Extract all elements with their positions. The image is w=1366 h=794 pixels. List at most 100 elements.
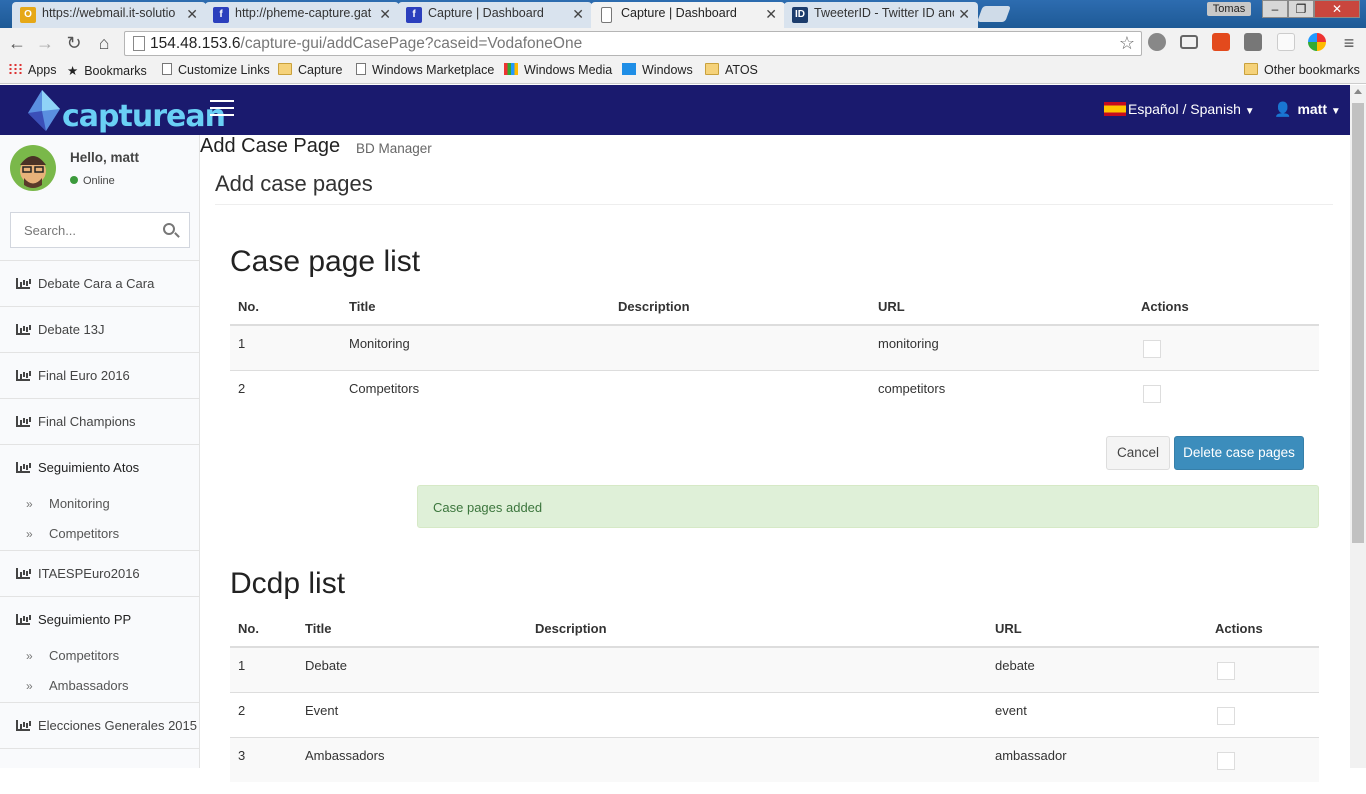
browser-tab[interactable]: O https://webmail.it-solutio ✕ bbox=[12, 2, 206, 28]
language-dropdown[interactable]: Español / Spanish ▼ bbox=[1104, 101, 1255, 117]
folder-icon bbox=[1244, 63, 1258, 75]
new-tab-button[interactable] bbox=[977, 6, 1011, 22]
row-checkbox[interactable] bbox=[1143, 384, 1161, 403]
home-icon[interactable]: ⌂ bbox=[93, 33, 115, 54]
double-chevron-right-icon: » bbox=[26, 497, 33, 511]
search-input[interactable]: Search... bbox=[10, 212, 190, 248]
row-checkbox[interactable] bbox=[1217, 706, 1235, 725]
page-icon bbox=[133, 36, 145, 51]
maximize-icon[interactable]: ❐ bbox=[1288, 0, 1314, 18]
close-tab-icon[interactable]: ✕ bbox=[765, 6, 777, 23]
delete-case-pages-button[interactable]: Delete case pages bbox=[1174, 436, 1304, 470]
double-chevron-right-icon: » bbox=[26, 679, 33, 693]
reload-icon[interactable]: ↻ bbox=[63, 33, 85, 54]
sidebar-item-expanded[interactable]: Seguimiento Atos bbox=[0, 444, 199, 490]
menu-icon[interactable]: ≡ bbox=[1338, 33, 1360, 54]
cast-icon[interactable] bbox=[1180, 35, 1198, 49]
column-header: URL bbox=[987, 611, 1207, 648]
app-header: capturean Español / Spanish ▼ 👤 matt ▼ bbox=[0, 85, 1366, 135]
browser-tab[interactable]: ID TweeterID - Twitter ID and ✕ bbox=[784, 2, 978, 28]
divider bbox=[215, 204, 1333, 205]
column-header: Description bbox=[610, 289, 870, 326]
browser-toolbar: ← → ↻ ⌂ 154.48.153.6/capture-gui/addCase… bbox=[0, 28, 1366, 58]
page-title: Add Case Page bbox=[200, 135, 341, 157]
row-checkbox[interactable] bbox=[1217, 751, 1235, 770]
bookmark-windows-media[interactable]: Windows Media bbox=[504, 63, 612, 77]
sidebar-toggle-button[interactable] bbox=[210, 100, 234, 118]
status-dot-icon bbox=[70, 176, 78, 184]
caret-down-icon: ▼ bbox=[1244, 106, 1255, 117]
extension-chat-icon[interactable] bbox=[1148, 33, 1166, 51]
folder-icon bbox=[705, 63, 719, 75]
forward-arrow-icon[interactable]: → bbox=[34, 33, 56, 54]
sidebar-item[interactable]: Debate 13J bbox=[0, 306, 199, 352]
pheme-favicon-icon: f bbox=[213, 7, 229, 23]
bookmark-windows-marketplace[interactable]: Windows Marketplace bbox=[356, 63, 494, 77]
browser-tab-active[interactable]: Capture | Dashboard ✕ bbox=[591, 2, 785, 28]
cell-no: 1 bbox=[230, 324, 341, 370]
sidebar-item[interactable]: ITAESPEuro2016 bbox=[0, 550, 199, 596]
cell-url: monitoring bbox=[870, 324, 1133, 370]
row-checkbox[interactable] bbox=[1143, 339, 1161, 358]
browser-tab[interactable]: f http://pheme-capture.gat ✕ bbox=[205, 2, 399, 28]
address-bar[interactable]: 154.48.153.6/capture-gui/addCasePage?cas… bbox=[124, 31, 1142, 56]
avatar bbox=[10, 145, 56, 191]
bookmarks-bar: Apps ★ Bookmarks Customize Links Capture … bbox=[0, 58, 1366, 84]
main-content: Add Case Page BD Manager Add case pages … bbox=[200, 135, 1350, 782]
logo-gem-icon bbox=[28, 90, 60, 131]
sidebar-item[interactable]: Debate Cara a Cara bbox=[0, 260, 199, 306]
close-tab-icon[interactable]: ✕ bbox=[379, 6, 391, 23]
minimize-icon[interactable]: – bbox=[1262, 0, 1288, 18]
user-menu[interactable]: 👤 matt ▼ bbox=[1274, 101, 1341, 118]
column-header: Actions bbox=[1133, 289, 1319, 326]
bookmark-windows[interactable]: Windows bbox=[622, 63, 693, 77]
row-checkbox[interactable] bbox=[1217, 661, 1235, 680]
sidebar-subitem[interactable]: » Competitors bbox=[0, 641, 199, 671]
search-icon[interactable] bbox=[163, 223, 175, 235]
sidebar-item[interactable]: Final Champions bbox=[0, 398, 199, 444]
bookmark-atos[interactable]: ATOS bbox=[705, 63, 758, 77]
folder-icon bbox=[278, 63, 292, 75]
tab-title: http://pheme-capture.gat bbox=[235, 6, 372, 20]
table-row: 2 Event event bbox=[230, 691, 1319, 737]
close-tab-icon[interactable]: ✕ bbox=[186, 6, 198, 23]
bookmark-apps[interactable]: Apps bbox=[8, 63, 57, 77]
sidebar-item[interactable] bbox=[0, 748, 199, 794]
bar-chart-icon bbox=[16, 568, 30, 579]
cell-description bbox=[527, 736, 987, 782]
url-text[interactable]: 154.48.153.6/capture-gui/addCasePage?cas… bbox=[150, 35, 582, 53]
app-logo[interactable]: capturean bbox=[22, 87, 226, 134]
scrollbar-thumb[interactable] bbox=[1352, 103, 1364, 543]
os-user-chip[interactable]: Tomas bbox=[1207, 2, 1251, 16]
tab-title: Capture | Dashboard bbox=[428, 6, 544, 20]
bookmark-capture[interactable]: Capture bbox=[278, 63, 342, 77]
sidebar-subitem[interactable]: » Competitors bbox=[0, 519, 199, 549]
extension-icon[interactable] bbox=[1244, 33, 1262, 51]
sidebar-item[interactable]: Elecciones Generales 2015 bbox=[0, 702, 199, 748]
bookmark-bookmarks[interactable]: ★ Bookmarks bbox=[67, 63, 147, 78]
page-scrollbar[interactable] bbox=[1350, 85, 1366, 768]
bookmark-other[interactable]: Other bookmarks bbox=[1244, 63, 1360, 77]
browser-tab[interactable]: f Capture | Dashboard ✕ bbox=[398, 2, 592, 28]
sidebar-subitem[interactable]: » Monitoring bbox=[0, 489, 199, 519]
close-tab-icon[interactable]: ✕ bbox=[572, 6, 584, 23]
table-row: 1 Debate debate bbox=[230, 646, 1319, 692]
back-arrow-icon[interactable]: ← bbox=[6, 33, 28, 54]
cell-description bbox=[610, 369, 870, 415]
sidebar-item[interactable]: Final Euro 2016 bbox=[0, 352, 199, 398]
sidebar: Hello, matt Online Search... Debate Cara… bbox=[0, 135, 200, 768]
bookmark-customize-links[interactable]: Customize Links bbox=[162, 63, 270, 77]
sidebar-subitem[interactable]: » Ambassadors bbox=[0, 671, 199, 701]
extension-circle-icon[interactable] bbox=[1308, 33, 1326, 51]
close-tab-icon[interactable]: ✕ bbox=[958, 6, 970, 23]
extension-blank-icon[interactable] bbox=[1277, 33, 1295, 51]
close-window-icon[interactable]: ✕ bbox=[1314, 0, 1360, 18]
table-row: 1 Monitoring monitoring bbox=[230, 324, 1319, 370]
bookmark-star-icon[interactable]: ☆ bbox=[1119, 33, 1135, 54]
sidebar-item-expanded[interactable]: Seguimiento PP bbox=[0, 596, 199, 642]
cell-no: 3 bbox=[230, 736, 297, 782]
scroll-up-arrow-icon[interactable] bbox=[1354, 89, 1362, 94]
logo-text: capturean bbox=[62, 99, 226, 134]
cancel-button[interactable]: Cancel bbox=[1106, 436, 1170, 470]
office-icon[interactable] bbox=[1212, 33, 1230, 51]
